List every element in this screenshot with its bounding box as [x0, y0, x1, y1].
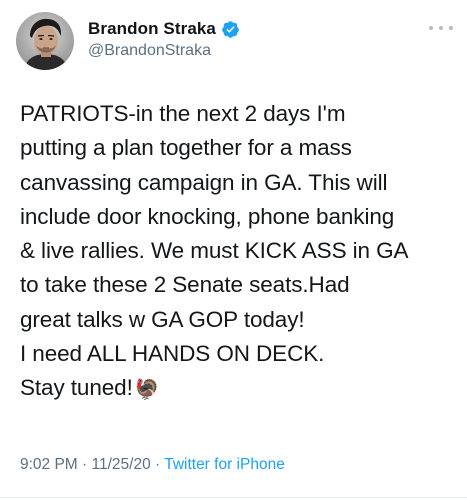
- tweet-text: PATRIOTS-in the next 2 days I'm putting …: [20, 97, 460, 408]
- avatar[interactable]: [16, 12, 74, 70]
- meta-separator: ·: [77, 456, 92, 473]
- tweet-source-link[interactable]: Twitter for iPhone: [164, 456, 285, 473]
- divider: [0, 497, 467, 498]
- more-horizontal-icon[interactable]: [429, 22, 453, 34]
- tweet-text-line: to take these 2 Senate seats.Had: [20, 272, 350, 298]
- profile-photo-icon: [16, 12, 74, 70]
- tweet-card: Brandon Straka @BrandonStraka PATRIOTS-i…: [0, 0, 467, 500]
- tweet-text-line: & live rallies. We must KICK ASS in GA: [20, 238, 409, 264]
- meta-separator: ·: [150, 456, 165, 473]
- tweet-time[interactable]: 9:02 PM: [20, 456, 78, 473]
- author-handle[interactable]: @BrandonStraka: [88, 42, 211, 60]
- tweet-text-line: Stay tuned!: [20, 375, 133, 401]
- more-dot: [449, 26, 453, 30]
- tweet-text-last-line: Stay tuned! 🦃: [20, 371, 460, 407]
- tweet-text-line: putting a plan together for a mass: [20, 135, 352, 161]
- more-dot: [439, 26, 443, 30]
- turkey-emoji-icon: 🦃: [134, 379, 160, 402]
- more-dot: [429, 26, 433, 30]
- tweet-text-line: canvassing campaign in GA. This will: [20, 169, 388, 195]
- tweet-meta: 9:02 PM · 11/25/20 · Twitter for iPhone: [20, 456, 285, 474]
- author-name-row: Brandon Straka: [88, 17, 240, 41]
- tweet-text-line: I need ALL HANDS ON DECK.: [20, 341, 325, 367]
- tweet-text-line: include door knocking, phone banking: [20, 203, 395, 229]
- display-name[interactable]: Brandon Straka: [88, 19, 216, 39]
- tweet-date[interactable]: 11/25/20: [92, 456, 151, 473]
- verified-badge-icon: [221, 20, 240, 39]
- tweet-text-line: PATRIOTS-in the next 2 days I'm: [20, 101, 346, 126]
- tweet-text-line: great talks w GA GOP today!: [20, 306, 305, 332]
